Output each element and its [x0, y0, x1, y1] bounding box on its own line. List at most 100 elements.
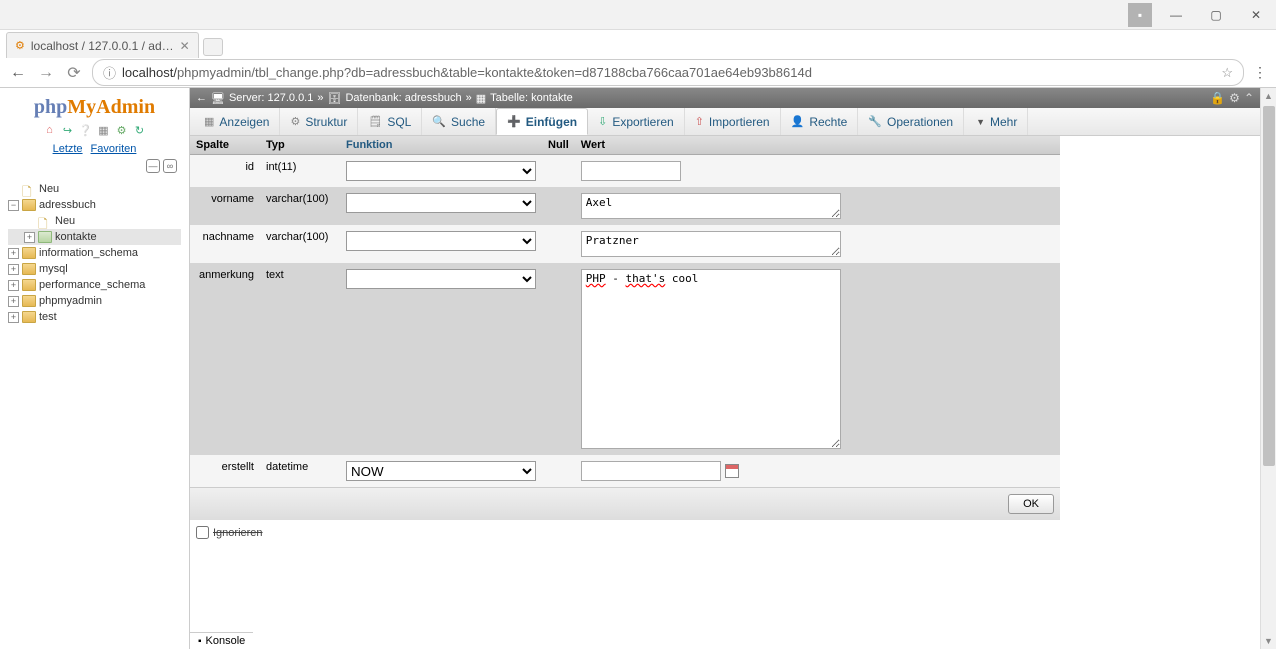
cell-funktion [340, 263, 542, 455]
browser-menu-button[interactable]: ⋮ [1252, 64, 1268, 81]
chevron-up-icon[interactable]: ⌃ [1244, 91, 1254, 105]
scroll-thumb[interactable] [1263, 106, 1275, 466]
reload-icon[interactable]: ↻ [133, 123, 147, 137]
calendar-icon[interactable] [725, 464, 739, 478]
cell-wert [575, 455, 1060, 487]
expand-icon[interactable]: + [8, 296, 19, 307]
recent-tab[interactable]: Letzte [53, 143, 83, 155]
browser-tab[interactable]: ⚙ localhost / 127.0.0.1 / ad… ✕ [6, 32, 199, 58]
breadcrumb-db[interactable]: Datenbank: adressbuch [345, 92, 461, 104]
table-row: vornamevarchar(100)Axel [190, 187, 1060, 225]
value-textarea[interactable]: PHP - that's cool [581, 269, 841, 449]
url-input[interactable]: ⓘ localhost/phpmyadmin/tbl_change.php?db… [92, 59, 1244, 86]
tree-phpmyadmin[interactable]: +phpmyadmin [8, 293, 181, 309]
favorites-tab[interactable]: Favoriten [91, 143, 137, 155]
col-wert: Wert [575, 136, 1060, 155]
ok-button[interactable]: OK [1008, 494, 1054, 514]
docs-icon[interactable]: ❔ [79, 123, 93, 137]
reload-button[interactable]: ⟳ [64, 63, 84, 83]
function-select[interactable] [346, 269, 536, 289]
value-textarea[interactable]: Axel [581, 193, 841, 219]
value-input[interactable] [581, 461, 721, 481]
link-icon[interactable]: ∞ [163, 159, 177, 173]
lock-icon[interactable]: 🔒 [1210, 91, 1225, 105]
tab-rechte[interactable]: 👤Rechte [781, 108, 859, 135]
tree-adressbuch[interactable]: −adressbuch [8, 197, 181, 213]
tree-performance-schema[interactable]: +performance_schema [8, 277, 181, 293]
expand-icon[interactable]: + [8, 280, 19, 291]
expand-icon[interactable]: + [8, 248, 19, 259]
function-select[interactable] [346, 231, 536, 251]
col-spalte: Spalte [190, 136, 260, 155]
breadcrumb-table[interactable]: Tabelle: kontakte [490, 92, 573, 104]
cell-funktion [340, 155, 542, 188]
vertical-scrollbar[interactable]: ▲ ▼ [1260, 88, 1276, 649]
function-select[interactable] [346, 161, 536, 181]
tab-operationen[interactable]: 🔧Operationen [858, 108, 964, 135]
tab-suche[interactable]: 🔍Suche [422, 108, 496, 135]
col-typ: Typ [260, 136, 340, 155]
db-icon: 🗄 [327, 92, 341, 105]
scroll-up-button[interactable]: ▲ [1261, 88, 1276, 104]
cell-null [542, 187, 575, 225]
home-icon[interactable]: ⌂ [43, 123, 57, 137]
konsole-toggle[interactable]: ▪ Konsole [190, 632, 253, 649]
structure-icon: ⚙ [290, 115, 300, 128]
tab-importieren[interactable]: ⇧Importieren [685, 108, 781, 135]
value-input[interactable] [581, 161, 681, 181]
expand-icon[interactable]: + [8, 264, 19, 275]
phpmyadmin-icon: ⚙ [15, 39, 25, 52]
expand-icon[interactable]: + [8, 312, 19, 323]
maximize-button[interactable]: ▢ [1196, 1, 1236, 29]
cell-wert: Axel [575, 187, 1060, 225]
insert-table: Spalte Typ Funktion Null Wert idint(11)v… [190, 136, 1060, 487]
tab-sql[interactable]: 🗒SQL [358, 108, 422, 135]
new-tab-button[interactable] [203, 38, 223, 56]
tab-exportieren[interactable]: ⇩Exportieren [588, 108, 685, 135]
ignore-checkbox[interactable] [196, 526, 209, 539]
collapse-icon[interactable]: − [8, 200, 19, 211]
tree-kontakte[interactable]: +kontakte [8, 229, 181, 245]
gear-icon[interactable]: ⚙ [1229, 91, 1240, 105]
logout-icon[interactable]: ↪ [61, 123, 75, 137]
ignore-row: Ignorieren [190, 520, 1260, 545]
settings-icon[interactable]: ⚙ [115, 123, 129, 137]
cell-spalte: id [190, 155, 260, 188]
collapse-icon[interactable]: — [146, 159, 160, 173]
tree-new[interactable]: 🗋Neu [8, 181, 181, 197]
value-textarea[interactable]: Pratzner [581, 231, 841, 257]
function-select[interactable]: NOW [346, 461, 536, 481]
sidebar: phpMyAdmin ⌂ ↪ ❔ ▦ ⚙ ↻ Letzte Favoriten … [0, 88, 190, 649]
tree-adressbuch-new[interactable]: 🗋Neu [8, 213, 181, 229]
breadcrumb-server[interactable]: Server: 127.0.0.1 [229, 92, 313, 104]
main-tabs: ▦Anzeigen ⚙Struktur 🗒SQL 🔍Suche ➕Einfüge… [190, 108, 1260, 136]
cell-typ: varchar(100) [260, 187, 340, 225]
function-select[interactable] [346, 193, 536, 213]
table-row: nachnamevarchar(100)Pratzner [190, 225, 1060, 263]
cell-typ: varchar(100) [260, 225, 340, 263]
minimize-button[interactable]: — [1156, 1, 1196, 29]
expand-icon[interactable]: + [24, 232, 35, 243]
tab-mehr[interactable]: ▼Mehr [964, 108, 1028, 135]
tree-test[interactable]: +test [8, 309, 181, 325]
scroll-down-button[interactable]: ▼ [1261, 633, 1276, 649]
info-icon[interactable]: ⓘ [103, 63, 116, 82]
console-icon: ▪ [198, 636, 202, 647]
phpmyadmin-logo[interactable]: phpMyAdmin [4, 92, 185, 121]
submit-bar: OK [190, 487, 1060, 520]
collapse-left-icon[interactable]: ← [196, 92, 207, 104]
back-button[interactable]: ← [8, 64, 28, 82]
tree-information-schema[interactable]: +information_schema [8, 245, 181, 261]
sql-icon[interactable]: ▦ [97, 123, 111, 137]
tree-mysql[interactable]: +mysql [8, 261, 181, 277]
tab-struktur[interactable]: ⚙Struktur [280, 108, 358, 135]
close-window-button[interactable]: ✕ [1236, 1, 1276, 29]
bookmark-icon[interactable]: ☆ [1221, 65, 1233, 81]
cell-typ: int(11) [260, 155, 340, 188]
export-icon: ⇩ [598, 115, 607, 128]
search-icon: 🔍 [432, 115, 446, 128]
tab-anzeigen[interactable]: ▦Anzeigen [194, 108, 280, 135]
forward-button[interactable]: → [36, 64, 56, 82]
close-icon[interactable]: ✕ [180, 39, 190, 53]
tab-einfuegen[interactable]: ➕Einfügen [496, 108, 588, 135]
